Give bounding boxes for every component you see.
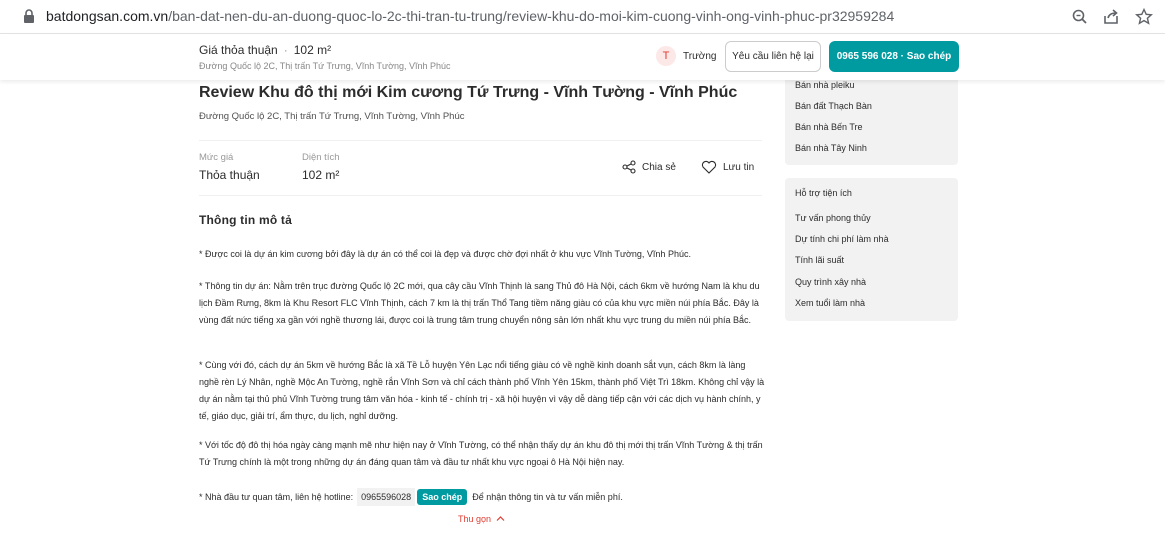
url-text[interactable]: batdongsan.com.vn/ban-dat-nen-du-an-duon… <box>46 8 894 24</box>
save-action[interactable]: Lưu tin <box>701 160 754 174</box>
price-value: Thỏa thuận <box>199 168 260 182</box>
sticky-price: Giá thỏa thuận <box>199 43 278 57</box>
share-action[interactable]: Chia sẻ <box>622 160 676 174</box>
copy-hotline-button[interactable]: Sao chép <box>417 489 468 505</box>
collapse-label: Thu gọn <box>458 514 492 524</box>
sticky-price-area: Giá thỏa thuận · 102 m² <box>199 43 331 57</box>
utility-link[interactable]: Tính lãi suất <box>795 255 844 265</box>
description-heading: Thông tin mô tả <box>199 213 292 227</box>
hotline-row: * Nhà đầu tư quan tâm, liên hệ hotline: … <box>199 488 623 506</box>
url-path: /ban-dat-nen-du-an-duong-quoc-lo-2c-thi-… <box>168 8 895 24</box>
sidebar-link[interactable]: Bán nhà Bến Tre <box>795 122 863 132</box>
utility-link[interactable]: Xem tuổi làm nhà <box>795 298 865 308</box>
sidebar-link[interactable]: Bán nhà pleiku <box>795 80 855 90</box>
hotline-suffix: Để nhận thông tin và tư vấn miễn phí. <box>472 492 623 502</box>
listing-address: Đường Quốc lộ 2C, Thị trấn Tứ Trưng, Vĩn… <box>199 111 465 122</box>
description-paragraph: * Cùng với đó, cách dự án 5km về hướng B… <box>199 360 765 421</box>
bookmark-star-icon[interactable] <box>1134 7 1154 27</box>
phone-copy-button[interactable]: 0965 596 028 · Sao chép <box>829 41 959 72</box>
share-label: Chia sẻ <box>642 161 676 173</box>
sticky-header: Giá thỏa thuận · 102 m² Đường Quốc lộ 2C, … <box>0 34 1165 80</box>
share-nodes-icon <box>622 160 636 174</box>
agent-avatar[interactable]: T <box>656 46 676 66</box>
share-icon[interactable] <box>1101 7 1121 27</box>
utilities-heading: Hỗ trợ tiện ích <box>795 188 852 198</box>
zoom-icon[interactable] <box>1070 7 1090 27</box>
request-callback-button[interactable]: Yêu cầu liên hệ lại <box>725 41 821 72</box>
description-paragraph: * Được coi là dự án kim cương bởi đây là… <box>199 249 691 259</box>
browser-address-bar[interactable]: batdongsan.com.vn/ban-dat-nen-du-an-duon… <box>0 0 1165 34</box>
description-paragraph: * Thông tin dự án: Nằm trên trục đường Q… <box>199 281 760 325</box>
heart-icon <box>701 160 717 174</box>
sidebar-link[interactable]: Bán nhà Tây Ninh <box>795 143 867 153</box>
utility-link[interactable]: Tư vấn phong thủy <box>795 213 871 223</box>
price-label: Mức giá <box>199 152 234 163</box>
utility-link[interactable]: Dự tính chi phí làm nhà <box>795 234 889 244</box>
utility-link[interactable]: Quy trình xây nhà <box>795 277 866 287</box>
collapse-button[interactable]: Thu gọn <box>458 514 505 524</box>
sidebar-link[interactable]: Bán đất Thạch Bàn <box>795 101 872 111</box>
hotline-number[interactable]: 0965596028 <box>357 488 416 506</box>
utilities-box: Hỗ trợ tiện ích Tư vấn phong thủy Dự tín… <box>785 178 958 321</box>
lock-icon[interactable] <box>22 9 36 24</box>
chevron-up-icon <box>496 516 504 521</box>
price-area-row: Mức giá Thỏa thuận Diện tích 102 m² Chia… <box>199 140 762 196</box>
area-value: 102 m² <box>302 168 340 182</box>
save-label: Lưu tin <box>723 161 755 173</box>
separator-dot: · <box>283 43 288 57</box>
sticky-area: 102 m² <box>293 43 332 57</box>
description-paragraph: * Với tốc độ đô thị hóa ngày càng mạnh m… <box>199 440 763 467</box>
area-label: Diện tích <box>302 152 340 163</box>
url-host: batdongsan.com.vn <box>46 8 169 24</box>
listing-title: Review Khu đô thị mới Kim cương Tứ Trưng… <box>199 84 738 101</box>
sticky-address: Đường Quốc lộ 2C, Thị trấn Tứ Trưng, Vĩn… <box>199 61 451 71</box>
agent-name[interactable]: Trường <box>683 51 716 62</box>
hotline-prefix: * Nhà đầu tư quan tâm, liên hệ hotline: <box>199 492 354 502</box>
